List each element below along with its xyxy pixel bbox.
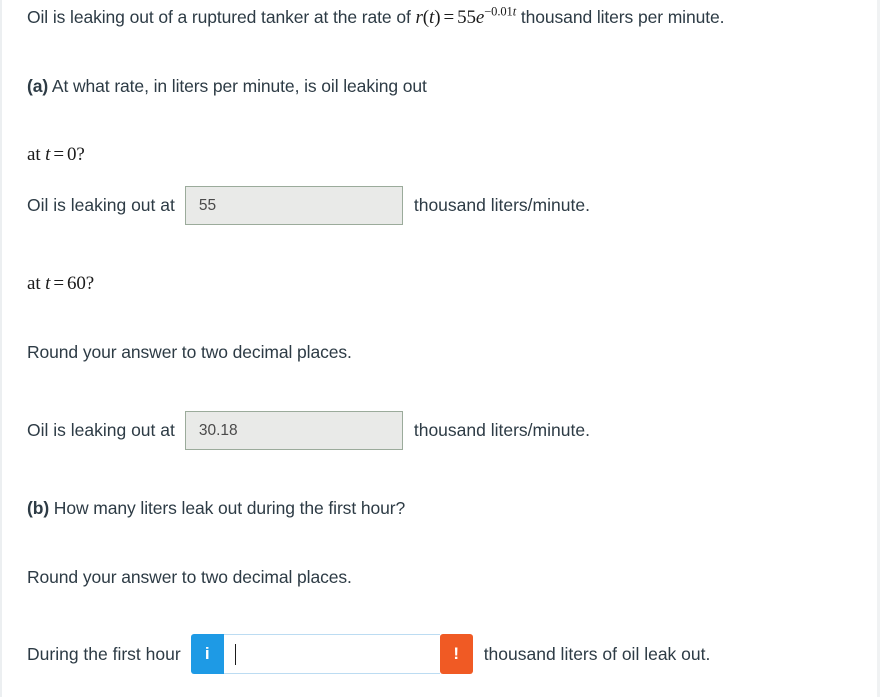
part-a-subquestion-2: at t = 60? [27,272,94,296]
problem-statement-text-post: thousand liters per minute. [516,7,725,27]
answer-3-prefix-label: During the first hour [27,643,181,664]
part-a-marker: (a) [27,76,49,96]
part-b-marker: (b) [27,498,50,518]
answer-row-2: Oil is leaking out at 30.18 thousand lit… [27,411,590,450]
part-a-rounding-note: Round your answer to two decimal places. [27,342,352,362]
formula-exponent-number: −0.01 [484,4,513,19]
answer-3-units-label: thousand liters of oil leak out. [483,643,711,664]
subquestion-1-value: 0? [66,144,85,165]
answer-3-input-group: i ! [190,634,473,674]
text-caret [234,643,237,665]
formula-coefficient: 55 [457,7,476,28]
formula-equals: = [443,7,455,28]
subquestion-1-prefix: at [27,144,46,165]
answer-2-value: 30.18 [198,421,238,439]
formula-exponent: −0.01t [484,5,516,19]
rate-formula: r(t) = 55e−0.01t [415,4,517,28]
subquestion-2-equals: = [53,273,64,294]
subquestion-2-prefix: at [27,273,46,294]
answer-2-input[interactable]: 30.18 [184,411,403,450]
formula-variable: t [429,7,435,28]
part-a-question-text: At what rate, in liters per minute, is o… [48,76,427,96]
info-icon[interactable]: i [190,634,224,674]
part-b-question: (b) How many liters leak out during the … [27,498,405,520]
answer-2-units-label: thousand liters/minute. [413,420,590,440]
worksheet-page: Oil is leaking out of a ruptured tanker … [0,0,880,697]
alert-icon[interactable]: ! [439,634,473,674]
part-a-question: (a) At what rate, in liters per minute, … [27,76,427,98]
answer-1-input[interactable]: 55 [184,186,403,225]
answer-1-value: 55 [198,196,217,214]
formula-base: e [475,7,485,28]
formula-function-name: r [415,7,423,28]
problem-statement-text-pre: Oil is leaking out of a ruptured tanker … [27,7,416,27]
answer-1-prefix-label: Oil is leaking out at [27,195,175,215]
subquestion-2-value: 60? [66,273,95,294]
answer-row-3: During the first hour i ! thousand liter… [27,634,710,674]
answer-3-input[interactable] [223,634,440,674]
part-b-rounding-note: Round your answer to two decimal places. [27,567,352,587]
problem-statement: Oil is leaking out of a ruptured tanker … [27,4,725,30]
part-a-subquestion-1: at t = 0? [27,143,85,167]
answer-2-prefix-label: Oil is leaking out at [27,420,175,440]
part-b-question-text: How many liters leak out during the firs… [49,498,406,518]
subquestion-1-equals: = [53,144,64,165]
answer-1-units-label: thousand liters/minute. [413,195,590,215]
answer-row-1: Oil is leaking out at 55 thousand liters… [27,186,590,225]
